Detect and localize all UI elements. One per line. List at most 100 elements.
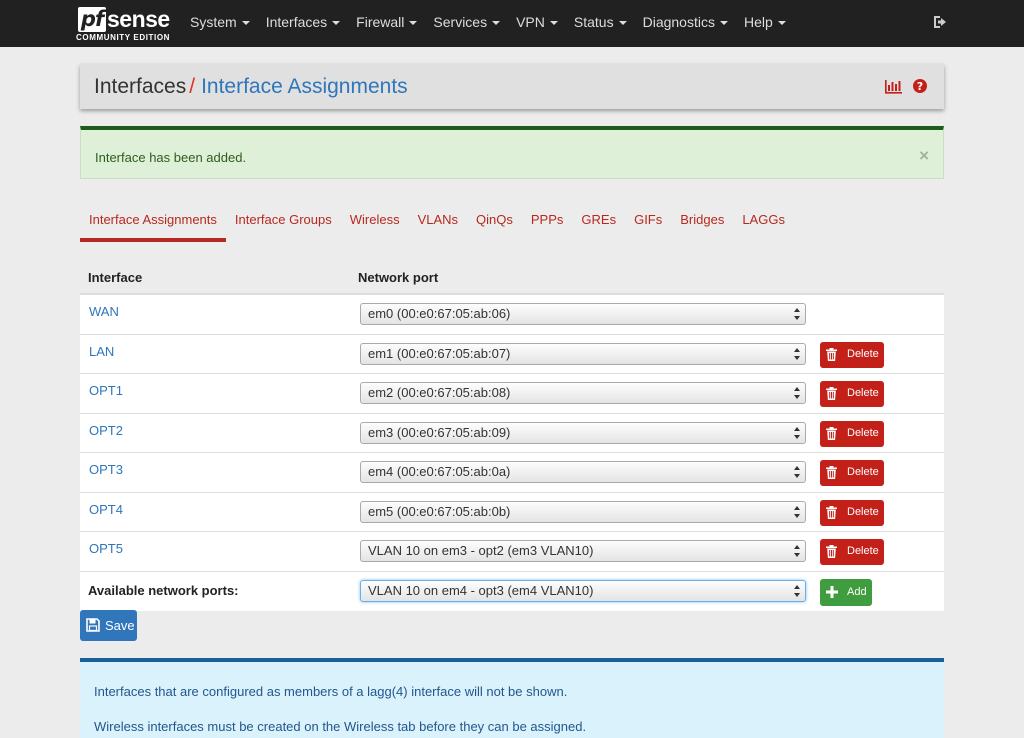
select-arrows-icon [794,308,800,320]
caret-down-icon [719,21,728,26]
tab-qinqs[interactable]: QinQs [467,204,522,242]
trash-icon [826,505,837,519]
interface-link-opt2[interactable]: OPT2 [89,423,123,438]
delete-label: Delete [847,545,879,557]
delete-button[interactable]: Delete [820,460,884,486]
success-alert: Interface has been added. × [80,126,944,179]
menu-label: VPN [516,14,545,30]
trash-icon [826,426,837,440]
menu-status[interactable]: Status [566,0,635,47]
table-row: OPT2 em3 (00:e0:67:05:ab:09) Delete [80,413,944,453]
breadcrumb: Interfaces / Interface Assignments ? [80,64,944,109]
available-ports-row: Available network ports: VLAN 10 on em4 … [80,571,944,611]
breadcrumb-parent: Interfaces [94,75,187,98]
trash-icon [826,347,837,361]
delete-label: Delete [847,426,879,439]
delete-button[interactable]: Delete [820,341,884,368]
info-alert: Interfaces that are configured as member… [80,658,944,738]
caret-down-icon [241,21,250,26]
menu-diagnostics[interactable]: Diagnostics [635,0,736,47]
table-row: OPT5 VLAN 10 on em3 - opt2 (em3 VLAN10) … [80,532,944,572]
delete-button[interactable]: Delete [820,539,884,565]
caret-down-icon [492,21,501,26]
interface-link-opt4[interactable]: OPT4 [89,502,123,517]
interface-link-opt5[interactable]: OPT5 [89,541,123,556]
select-value: em0 (00:e0:67:05:ab:06) [368,306,511,321]
menu-label: Firewall [356,14,405,30]
select-value: em5 (00:e0:67:05:ab:0b) [368,503,511,519]
available-port-select[interactable]: VLAN 10 on em4 - opt3 (em4 VLAN10) [360,579,806,602]
delete-button[interactable]: Delete [820,381,884,407]
select-value: VLAN 10 on em3 - opt2 (em3 VLAN10) [368,543,594,558]
tab-gres[interactable]: GREs [572,204,625,242]
delete-label: Delete [847,387,879,399]
table-row: OPT1 em2 (00:e0:67:05:ab:08) Delete [80,374,944,414]
tab-ppps[interactable]: PPPs [522,204,573,242]
network-port-select[interactable]: VLAN 10 on em3 - opt2 (em3 VLAN10) [360,540,806,562]
tab-bar: Interface Assignments Interface Groups W… [80,204,794,242]
tab-bridges[interactable]: Bridges [671,204,733,242]
select-arrows-icon [794,466,800,478]
save-button[interactable]: Save [80,610,137,641]
select-arrows-icon [794,387,800,399]
menu-services[interactable]: Services [425,0,508,47]
interface-link-opt3[interactable]: OPT3 [89,462,123,477]
close-icon[interactable]: × [919,146,929,166]
add-button[interactable]: Add [820,578,872,606]
breadcrumb-current[interactable]: Interface Assignments [201,75,408,98]
pfsense-logo[interactable]: pf sense COMMUNITY EDITION [76,4,176,44]
menu-firewall[interactable]: Firewall [348,0,425,47]
breadcrumb-separator: / [189,75,196,98]
logo-edition: COMMUNITY EDITION [76,33,171,42]
select-value: VLAN 10 on em4 - opt3 (em4 VLAN10) [368,582,594,598]
logout-icon[interactable] [932,14,950,30]
interface-link-lan[interactable]: LAN [89,344,114,359]
network-port-select[interactable]: em0 (00:e0:67:05:ab:06) [360,303,806,325]
tab-interface-assignments[interactable]: Interface Assignments [80,204,226,242]
menu-system[interactable]: System [182,0,258,47]
svg-text:?: ? [917,80,923,93]
tab-vlans[interactable]: VLANs [409,204,467,242]
trash-icon [826,545,837,558]
status-chart-icon[interactable] [884,78,902,94]
help-icon[interactable]: ? [912,78,930,94]
table-row: OPT3 em4 (00:e0:67:05:ab:0a) Delete [80,453,944,493]
plus-icon [826,585,838,598]
tab-gifs[interactable]: GIFs [625,204,671,242]
caret-down-icon [409,21,418,26]
menu-interfaces[interactable]: Interfaces [258,0,348,47]
logo-mark: pf [78,7,106,32]
table-header: Interface Network port [80,262,944,295]
caret-down-icon [332,21,341,26]
network-port-select[interactable]: em3 (00:e0:67:05:ab:09) [360,421,806,444]
interface-link-opt1[interactable]: OPT1 [89,383,123,398]
page-title: Interfaces / Interface Assignments [94,75,408,99]
delete-button[interactable]: Delete [820,420,884,447]
select-value: em1 (00:e0:67:05:ab:07) [368,345,511,361]
trash-icon [826,466,837,479]
select-value: em3 (00:e0:67:05:ab:09) [368,424,511,440]
table-row: WAN em0 (00:e0:67:05:ab:06) [80,295,944,335]
interface-link-wan[interactable]: WAN [89,304,119,319]
select-arrows-icon [794,347,800,360]
available-ports-label: Available network ports: [88,582,239,598]
delete-button[interactable]: Delete [820,499,884,526]
info-line: Interfaces that are configured as member… [94,684,568,699]
menu-label: Diagnostics [642,14,715,30]
network-port-select[interactable]: em2 (00:e0:67:05:ab:08) [360,382,806,404]
select-value: em4 (00:e0:67:05:ab:0a) [368,464,511,479]
page-actions: ? [884,78,930,94]
tab-laggs[interactable]: LAGGs [733,204,794,242]
select-arrows-icon [794,545,800,557]
tab-interface-groups[interactable]: Interface Groups [226,204,341,242]
network-port-select[interactable]: em4 (00:e0:67:05:ab:0a) [360,461,806,483]
delete-label: Delete [847,347,879,360]
add-label: Add [847,585,867,598]
network-port-select[interactable]: em1 (00:e0:67:05:ab:07) [360,342,806,365]
main-menu: System Interfaces Firewall Services VPN … [182,0,794,47]
network-port-select[interactable]: em5 (00:e0:67:05:ab:0b) [360,500,806,523]
menu-help[interactable]: Help [736,0,794,47]
info-line: Wireless interfaces must be created on t… [94,719,587,734]
menu-vpn[interactable]: VPN [508,0,566,47]
tab-wireless[interactable]: Wireless [341,204,409,242]
